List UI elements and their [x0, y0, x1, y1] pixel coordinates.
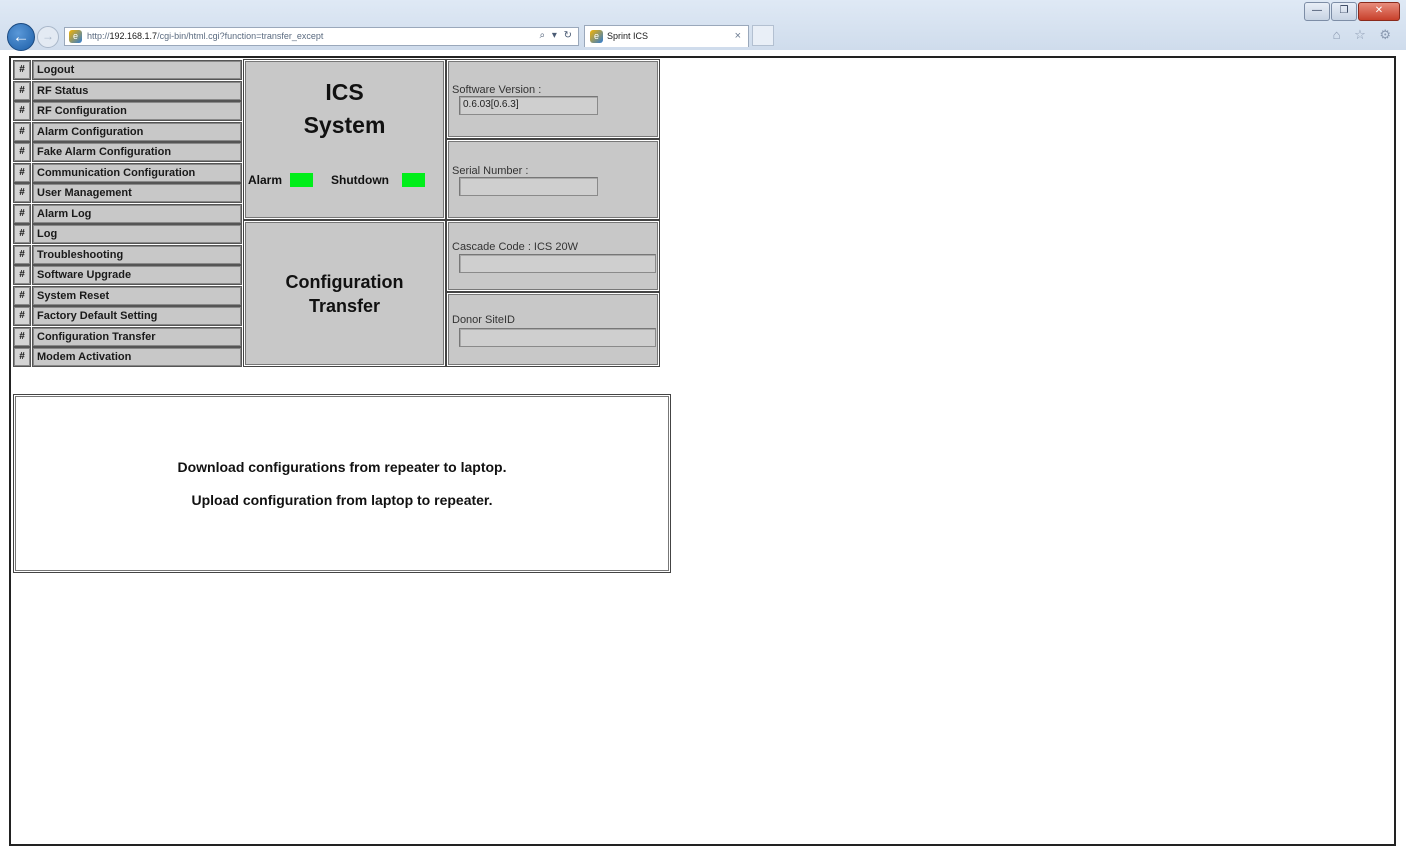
donor-siteid-panel: Donor SiteID — [446, 292, 660, 367]
menu-row: # System Reset — [13, 285, 242, 307]
menu-hash-link[interactable]: # — [13, 224, 31, 244]
menu-row: # Fake Alarm Configuration — [13, 142, 242, 163]
menu-hash-link[interactable]: # — [13, 285, 31, 306]
download-link[interactable]: Download configurations from repeater to… — [16, 459, 668, 475]
menu-item-troubleshooting[interactable]: Troubleshooting — [32, 244, 242, 265]
menu-row: # User Management — [13, 183, 242, 204]
menu-row: # Communication Configuration — [13, 162, 242, 184]
address-url: http://192.168.1.7/cgi-bin/html.cgi?func… — [87, 31, 324, 41]
menu-hash-link[interactable]: # — [13, 347, 31, 367]
menu-hash-link[interactable]: # — [13, 142, 31, 162]
menu-item-rf-status[interactable]: RF Status — [32, 80, 242, 101]
software-version-panel: Software Version : 0.6.03[0.6.3] — [446, 59, 660, 139]
menu-hash-link[interactable]: # — [13, 326, 31, 347]
menu-hash-link[interactable]: # — [13, 244, 31, 265]
menu-hash-link[interactable]: # — [13, 101, 31, 121]
system-panel: ICS System Alarm Shutdown — [243, 59, 446, 220]
minimize-button[interactable]: — — [1304, 2, 1330, 21]
menu-hash-link[interactable]: # — [13, 80, 31, 101]
alarm-label: Alarm — [248, 173, 283, 187]
menu-hash-link[interactable]: # — [13, 306, 31, 326]
menu-row: # Software Upgrade — [13, 265, 242, 286]
tab-favicon-icon: e — [590, 30, 603, 43]
menu-item-logout[interactable]: Logout — [32, 60, 242, 80]
menu-row: # Configuration Transfer — [13, 326, 242, 348]
search-refresh-icon[interactable]: ⌕ ▾ ↻ — [539, 30, 574, 41]
menu-item-log[interactable]: Log — [32, 224, 242, 244]
menu-row: # RF Status — [13, 80, 242, 102]
close-window-button[interactable]: ✕ — [1358, 2, 1400, 21]
window-controls: — ❐ ✕ — [1303, 2, 1400, 21]
menu-row: # Factory Default Setting — [13, 306, 242, 327]
menu-row: # RF Configuration — [13, 101, 242, 122]
software-version-label: Software Version : — [452, 84, 542, 96]
address-bar[interactable]: e http://192.168.1.7/cgi-bin/html.cgi?fu… — [64, 27, 579, 46]
menu-item-alarm-configuration[interactable]: Alarm Configuration — [32, 121, 242, 142]
page-title-line2: Transfer — [308, 296, 381, 316]
menu-item-modem-activation[interactable]: Modem Activation — [32, 347, 242, 367]
menu-row: # Logout — [13, 60, 242, 81]
upload-link[interactable]: Upload configuration from laptop to repe… — [16, 492, 668, 508]
menu-item-alarm-log[interactable]: Alarm Log — [32, 203, 242, 224]
system-title-line1: ICS — [325, 79, 364, 105]
menu-hash-link[interactable]: # — [13, 162, 31, 183]
menu-hash-link[interactable]: # — [13, 265, 31, 285]
menu-hash-link[interactable]: # — [13, 203, 31, 224]
menu-row: # Modem Activation — [13, 347, 242, 368]
menu-row: # Alarm Configuration — [13, 121, 242, 143]
menu-item-system-reset[interactable]: System Reset — [32, 285, 242, 306]
cascade-code-field — [459, 254, 656, 273]
menu-row: # Troubleshooting — [13, 244, 242, 266]
menu-hash-link[interactable]: # — [13, 183, 31, 203]
menu-item-configuration-transfer[interactable]: Configuration Transfer — [32, 326, 242, 347]
menu-hash-link[interactable]: # — [13, 60, 31, 80]
content-box: Download configurations from repeater to… — [13, 394, 671, 573]
shutdown-label: Shutdown — [331, 173, 389, 187]
menu-item-communication-configuration[interactable]: Communication Configuration — [32, 162, 242, 183]
software-version-field: 0.6.03[0.6.3] — [459, 96, 598, 115]
new-tab-button[interactable] — [752, 25, 774, 46]
back-arrow-icon[interactable]: ← — [7, 23, 35, 51]
maximize-button[interactable]: ❐ — [1331, 2, 1357, 21]
serial-number-label: Serial Number : — [452, 165, 529, 177]
page-title-panel: Configuration Transfer — [243, 220, 446, 367]
donor-siteid-label: Donor SiteID — [452, 314, 515, 326]
forward-arrow-icon[interactable]: → — [37, 26, 59, 48]
menu-hash-link[interactable]: # — [13, 121, 31, 142]
menu-row: # Alarm Log — [13, 203, 242, 225]
page-favicon-icon: e — [69, 30, 82, 43]
home-favorites-settings-icon[interactable]: ⌂ ☆ ⚙ — [1333, 27, 1396, 43]
menu-item-rf-configuration[interactable]: RF Configuration — [32, 101, 242, 121]
nav-menu: # Logout # RF Status # RF Configuration # Alarm… — [13, 60, 242, 368]
menu-item-user-management[interactable]: User Management — [32, 183, 242, 203]
donor-siteid-field — [459, 328, 656, 347]
menu-item-factory-default-setting[interactable]: Factory Default Setting — [32, 306, 242, 326]
serial-number-field — [459, 177, 598, 196]
browser-chrome: — ❐ ✕ ← → e http://192.168.1.7/cgi-bin/h… — [0, 0, 1406, 51]
cascade-code-panel: Cascade Code : ICS 20W — [446, 220, 660, 292]
menu-row: # Log — [13, 224, 242, 245]
tab-sprint-ics[interactable]: e Sprint ICS × — [584, 25, 749, 47]
menu-item-fake-alarm-configuration[interactable]: Fake Alarm Configuration — [32, 142, 242, 162]
alarm-indicator — [290, 173, 313, 187]
shutdown-indicator — [402, 173, 425, 187]
tab-title: Sprint ICS — [607, 31, 649, 41]
menu-item-software-upgrade[interactable]: Software Upgrade — [32, 265, 242, 285]
serial-number-panel: Serial Number : — [446, 139, 660, 220]
tab-close-icon[interactable]: × — [735, 30, 741, 42]
page-title-line1: Configuration — [285, 272, 404, 292]
cascade-code-label: Cascade Code : ICS 20W — [452, 241, 578, 253]
system-title-line2: System — [303, 112, 386, 138]
